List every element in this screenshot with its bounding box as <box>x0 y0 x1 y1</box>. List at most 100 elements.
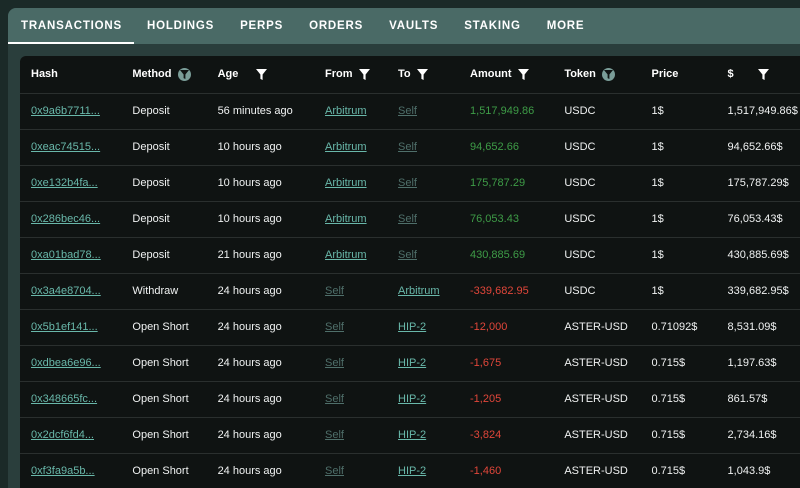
tx-hash-link[interactable]: 0xf3fa9a5b... <box>31 465 95 477</box>
cell-price: 1$ <box>640 273 717 310</box>
cell-age: 24 hours ago <box>206 381 315 418</box>
from-link[interactable]: Arbitrum <box>325 105 367 117</box>
table-row[interactable]: 0xe132b4fa... Deposit 10 hours ago Arbitrum… <box>20 165 800 202</box>
tab-orders[interactable]: ORDERS <box>296 8 376 44</box>
to-link[interactable]: HIP-2 <box>398 429 426 441</box>
filter-icon[interactable] <box>416 68 428 80</box>
cell-age: 10 hours ago <box>206 201 315 238</box>
from-link[interactable]: Self <box>325 393 344 405</box>
cell-price: 1$ <box>640 165 717 202</box>
cell-amount: -1,205 <box>459 381 554 418</box>
from-link[interactable]: Self <box>325 429 344 441</box>
cell-hash: 0xa01bad78... <box>20 237 122 274</box>
cell-usd: 8,531.09$ <box>716 309 800 346</box>
tab-more[interactable]: MORE <box>534 8 598 44</box>
to-link[interactable]: Self <box>398 177 417 189</box>
from-link[interactable]: Arbitrum <box>325 141 367 153</box>
table-header-row: Hash Method Age From To Amount Token Pri… <box>20 56 800 94</box>
tx-hash-link[interactable]: 0xa01bad78... <box>31 249 101 261</box>
filter-icon[interactable] <box>757 68 769 80</box>
cell-age: 24 hours ago <box>206 273 315 310</box>
cell-price: 1$ <box>640 93 717 130</box>
cell-usd: 1,197.63$ <box>716 345 800 382</box>
filter-icon[interactable] <box>256 68 268 80</box>
cell-from: Arbitrum <box>314 237 388 274</box>
cell-method: Deposit <box>121 93 207 130</box>
tab-transactions[interactable]: TRANSACTIONS <box>8 8 134 44</box>
table-row[interactable]: 0x5b1ef141... Open Short 24 hours ago Self H… <box>20 309 800 346</box>
tab-perps[interactable]: PERPS <box>227 8 296 44</box>
cell-age: 24 hours ago <box>206 345 315 382</box>
to-link[interactable]: HIP-2 <box>398 465 426 477</box>
cell-amount: -3,824 <box>459 417 554 454</box>
from-link[interactable]: Self <box>325 285 344 297</box>
cell-method: Withdraw <box>121 273 207 310</box>
from-link[interactable]: Self <box>325 357 344 369</box>
cell-age: 21 hours ago <box>206 237 315 274</box>
cell-to: Self <box>387 93 460 130</box>
from-link[interactable]: Self <box>325 465 344 477</box>
table-row[interactable]: 0x3a4e8704... Withdraw 24 hours ago Self Arb… <box>20 273 800 310</box>
table-row[interactable]: 0x286bec46... Deposit 10 hours ago Arbitrum… <box>20 201 800 238</box>
from-link[interactable]: Self <box>325 321 344 333</box>
filter-icon[interactable] <box>517 68 529 80</box>
tx-hash-link[interactable]: 0xdbea6e96... <box>31 357 101 369</box>
cell-price: 0.715$ <box>640 345 717 382</box>
tx-hash-link[interactable]: 0x348665fc... <box>31 393 97 405</box>
tab-vaults[interactable]: VAULTS <box>376 8 451 44</box>
to-link[interactable]: Self <box>398 249 417 261</box>
tab-holdings[interactable]: HOLDINGS <box>134 8 227 44</box>
cell-price: 0.715$ <box>640 453 717 488</box>
filter-icon[interactable] <box>601 67 615 81</box>
cell-from: Arbitrum <box>314 93 388 130</box>
col-header-from: From <box>314 56 388 94</box>
tx-hash-link[interactable]: 0xeac74515... <box>31 141 100 153</box>
cell-hash: 0x2dcf6fd4... <box>20 417 122 454</box>
to-link[interactable]: Self <box>398 105 417 117</box>
to-link[interactable]: HIP-2 <box>398 357 426 369</box>
cell-usd: 76,053.43$ <box>716 201 800 238</box>
cell-price: 0.71092$ <box>640 309 717 346</box>
tx-hash-link[interactable]: 0x286bec46... <box>31 213 100 225</box>
tx-hash-link[interactable]: 0x2dcf6fd4... <box>31 429 94 441</box>
tx-hash-link[interactable]: 0x9a6b7711... <box>31 105 100 117</box>
cell-to: Self <box>387 165 460 202</box>
to-link[interactable]: Self <box>398 141 417 153</box>
table-row[interactable]: 0x348665fc... Open Short 24 hours ago Self H… <box>20 381 800 418</box>
cell-from: Self <box>314 453 388 488</box>
filter-icon[interactable] <box>177 67 191 81</box>
cell-to: HIP-2 <box>387 417 460 454</box>
cell-usd: 1,043.9$ <box>716 453 800 488</box>
cell-usd: 175,787.29$ <box>716 165 800 202</box>
table-row[interactable]: 0xeac74515... Deposit 10 hours ago Arbitrum… <box>20 129 800 166</box>
from-link[interactable]: Arbitrum <box>325 249 367 261</box>
from-link[interactable]: Arbitrum <box>325 177 367 189</box>
cell-from: Self <box>314 381 388 418</box>
cell-token: USDC <box>553 93 641 130</box>
table-row[interactable]: 0x2dcf6fd4... Open Short 24 hours ago Self H… <box>20 417 800 454</box>
table-row[interactable]: 0xdbea6e96... Open Short 24 hours ago Self H… <box>20 345 800 382</box>
to-link[interactable]: HIP-2 <box>398 321 426 333</box>
cell-hash: 0x286bec46... <box>20 201 122 238</box>
cell-hash: 0x3a4e8704... <box>20 273 122 310</box>
cell-method: Open Short <box>121 345 207 382</box>
filter-icon[interactable] <box>358 68 370 80</box>
tx-hash-link[interactable]: 0x3a4e8704... <box>31 285 101 297</box>
to-link[interactable]: Self <box>398 213 417 225</box>
table-row[interactable]: 0xf3fa9a5b... Open Short 24 hours ago Self H… <box>20 453 800 488</box>
table-row[interactable]: 0x9a6b7711... Deposit 56 minutes ago Arbitr… <box>20 93 800 130</box>
tx-hash-link[interactable]: 0xe132b4fa... <box>31 177 98 189</box>
tab-staking[interactable]: STAKING <box>451 8 534 44</box>
to-link[interactable]: HIP-2 <box>398 393 426 405</box>
cell-age: 24 hours ago <box>206 453 315 488</box>
table-row[interactable]: 0xa01bad78... Deposit 21 hours ago Arbitrum… <box>20 237 800 274</box>
cell-amount: 430,885.69 <box>459 237 554 274</box>
cell-price: 0.715$ <box>640 417 717 454</box>
from-link[interactable]: Arbitrum <box>325 213 367 225</box>
tx-hash-link[interactable]: 0x5b1ef141... <box>31 321 98 333</box>
to-link[interactable]: Arbitrum <box>398 285 440 297</box>
cell-amount: 76,053.43 <box>459 201 554 238</box>
col-header-to: To <box>387 56 460 94</box>
cell-hash: 0x9a6b7711... <box>20 93 122 130</box>
cell-usd: 339,682.95$ <box>716 273 800 310</box>
